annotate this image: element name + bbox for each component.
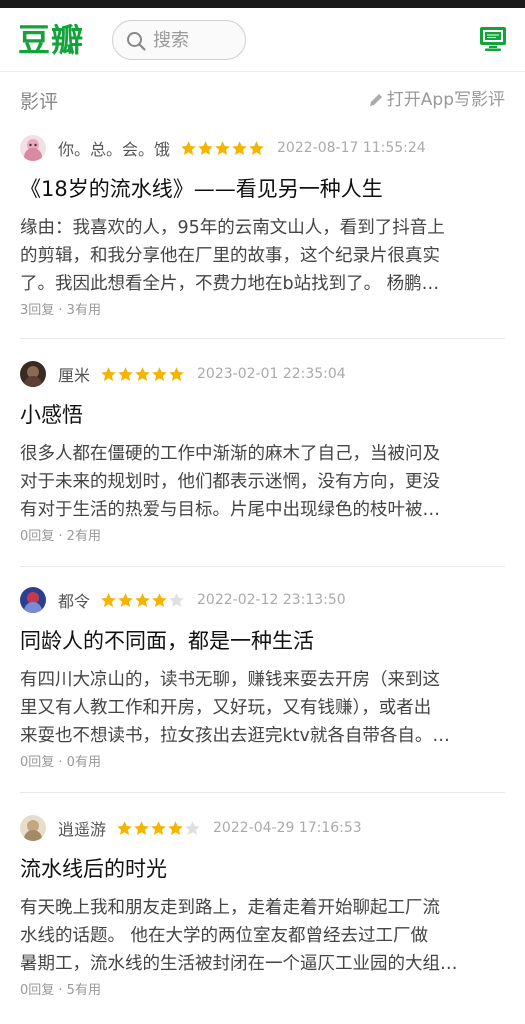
star-filled-icon	[135, 366, 150, 381]
star-filled-icon	[181, 140, 196, 155]
star-filled-icon	[118, 366, 133, 381]
review-author[interactable]: 厘米	[58, 362, 90, 386]
search-placeholder: 搜索	[153, 30, 189, 51]
review-item[interactable]: 你。总。会。饿 2022-08-17 11:55:24 《18岁的流水线》——看…	[0, 134, 525, 334]
review-date: 2022-04-29 17:16:53	[213, 820, 362, 836]
section-title: 影评	[20, 91, 59, 113]
excerpt-line: 对于未来的规划时，他们都表示迷惘，没有方向，更没	[20, 472, 440, 492]
open-app-label: 打开App写影评	[386, 90, 505, 110]
douban-logo[interactable]: 豆瓣	[18, 20, 84, 60]
star-filled-icon	[101, 592, 116, 607]
section-header: 影评 打开App写影评	[0, 82, 525, 122]
review-meta: 0回复 · 0有用	[20, 755, 101, 770]
tv-icon[interactable]	[479, 26, 507, 52]
star-rating	[180, 140, 265, 157]
star-filled-icon	[135, 592, 150, 607]
avatar[interactable]	[20, 135, 46, 161]
avatar[interactable]	[20, 361, 46, 387]
excerpt-line: 来耍也不想读书，拉女孩出去逛完ktv就各自带各自。…	[20, 726, 450, 746]
review-meta: 0回复 · 2有用	[20, 529, 101, 544]
review-meta: 0回复 · 5有用	[20, 983, 101, 998]
review-item[interactable]: 逍遥游 2022-04-29 17:16:53 流水线后的时光 有天晚上我和朋友…	[0, 814, 525, 1014]
review-author-row: 厘米 2023-02-01 22:35:04	[20, 360, 346, 388]
star-filled-icon	[152, 592, 167, 607]
top-header: 豆瓣 搜索	[0, 8, 525, 72]
review-item[interactable]: 都令 2022-02-12 23:13:50 同龄人的不同面，都是一种生活 有四…	[0, 586, 525, 786]
review-meta: 3回复 · 3有用	[20, 303, 101, 318]
excerpt-line: 有四川大凉山的，读书无聊，赚钱来耍去开房（来到这	[20, 670, 440, 690]
star-empty-icon	[185, 820, 200, 835]
divider	[20, 566, 505, 567]
star-filled-icon	[198, 140, 213, 155]
review-author[interactable]: 都令	[58, 588, 90, 612]
review-excerpt[interactable]: 缘由：我喜欢的人，95年的云南文山人，看到了抖音上 的剪辑，和我分享他在厂里的故…	[20, 214, 506, 298]
review-author-row: 你。总。会。饿 2022-08-17 11:55:24	[20, 134, 426, 162]
excerpt-line: 缘由：我喜欢的人，95年的云南文山人，看到了抖音上	[20, 218, 445, 238]
review-title[interactable]: 流水线后的时光	[20, 854, 167, 884]
review-date: 2022-08-17 11:55:24	[277, 140, 426, 156]
divider	[20, 338, 505, 339]
review-excerpt[interactable]: 很多人都在僵硬的工作中渐渐的麻木了自己，当被问及 对于未来的规划时，他们都表示迷…	[20, 440, 506, 524]
star-filled-icon	[151, 820, 166, 835]
star-filled-icon	[101, 366, 116, 381]
search-box[interactable]: 搜索	[112, 20, 246, 60]
star-filled-icon	[169, 366, 184, 381]
star-filled-icon	[249, 140, 264, 155]
open-app-link[interactable]: 打开App写影评	[368, 88, 505, 112]
star-filled-icon	[168, 820, 183, 835]
star-filled-icon	[117, 820, 132, 835]
excerpt-line: 有对于生活的热爱与目标。片尾中出现绿色的枝叶被…	[20, 500, 440, 520]
star-filled-icon	[118, 592, 133, 607]
review-title[interactable]: 同龄人的不同面，都是一种生活	[20, 626, 314, 656]
excerpt-line: 水线的话题。 他在大学的两位室友都曾经去过工厂做	[20, 926, 429, 946]
star-filled-icon	[215, 140, 230, 155]
review-author-row: 逍遥游 2022-04-29 17:16:53	[20, 814, 362, 842]
excerpt-line: 里又有人教工作和开房，又好玩，又有钱赚），或者出	[20, 698, 432, 718]
excerpt-line: 很多人都在僵硬的工作中渐渐的麻木了自己，当被问及	[20, 444, 440, 464]
review-date: 2023-02-01 22:35:04	[197, 366, 346, 382]
review-date: 2022-02-12 23:13:50	[197, 592, 346, 608]
excerpt-line: 暑期工，流水线的生活被封闭在一个逼仄工业园的大组…	[20, 954, 458, 974]
excerpt-line: 有天晚上我和朋友走到路上，走着走着开始聊起工厂流	[20, 898, 440, 918]
review-author[interactable]: 逍遥游	[58, 816, 106, 840]
star-filled-icon	[152, 366, 167, 381]
review-title[interactable]: 小感悟	[20, 400, 83, 430]
avatar[interactable]	[20, 587, 46, 613]
review-item[interactable]: 厘米 2023-02-01 22:35:04 小感悟 很多人都在僵硬的工作中渐渐…	[0, 360, 525, 560]
review-author-row: 都令 2022-02-12 23:13:50	[20, 586, 346, 614]
review-excerpt[interactable]: 有四川大凉山的，读书无聊，赚钱来耍去开房（来到这 里又有人教工作和开房，又好玩，…	[20, 666, 506, 750]
star-rating	[116, 820, 201, 837]
star-rating	[100, 592, 185, 609]
star-filled-icon	[232, 140, 247, 155]
star-empty-icon	[169, 592, 184, 607]
review-excerpt[interactable]: 有天晚上我和朋友走到路上，走着走着开始聊起工厂流 水线的话题。 他在大学的两位室…	[20, 894, 506, 978]
review-author[interactable]: 你。总。会。饿	[58, 136, 170, 160]
divider	[20, 792, 505, 793]
star-filled-icon	[134, 820, 149, 835]
search-icon	[127, 32, 146, 51]
excerpt-line: 的剪辑，和我分享他在厂里的故事，这个纪录片很真实	[20, 246, 440, 266]
star-rating	[100, 366, 185, 383]
review-title[interactable]: 《18岁的流水线》——看见另一种人生	[20, 174, 383, 204]
excerpt-line: 了。我因此想看全片，不费力地在b站找到了。 杨鹏…	[20, 274, 440, 294]
status-bar	[0, 0, 525, 8]
avatar[interactable]	[20, 815, 46, 841]
pencil-icon	[369, 94, 382, 106]
